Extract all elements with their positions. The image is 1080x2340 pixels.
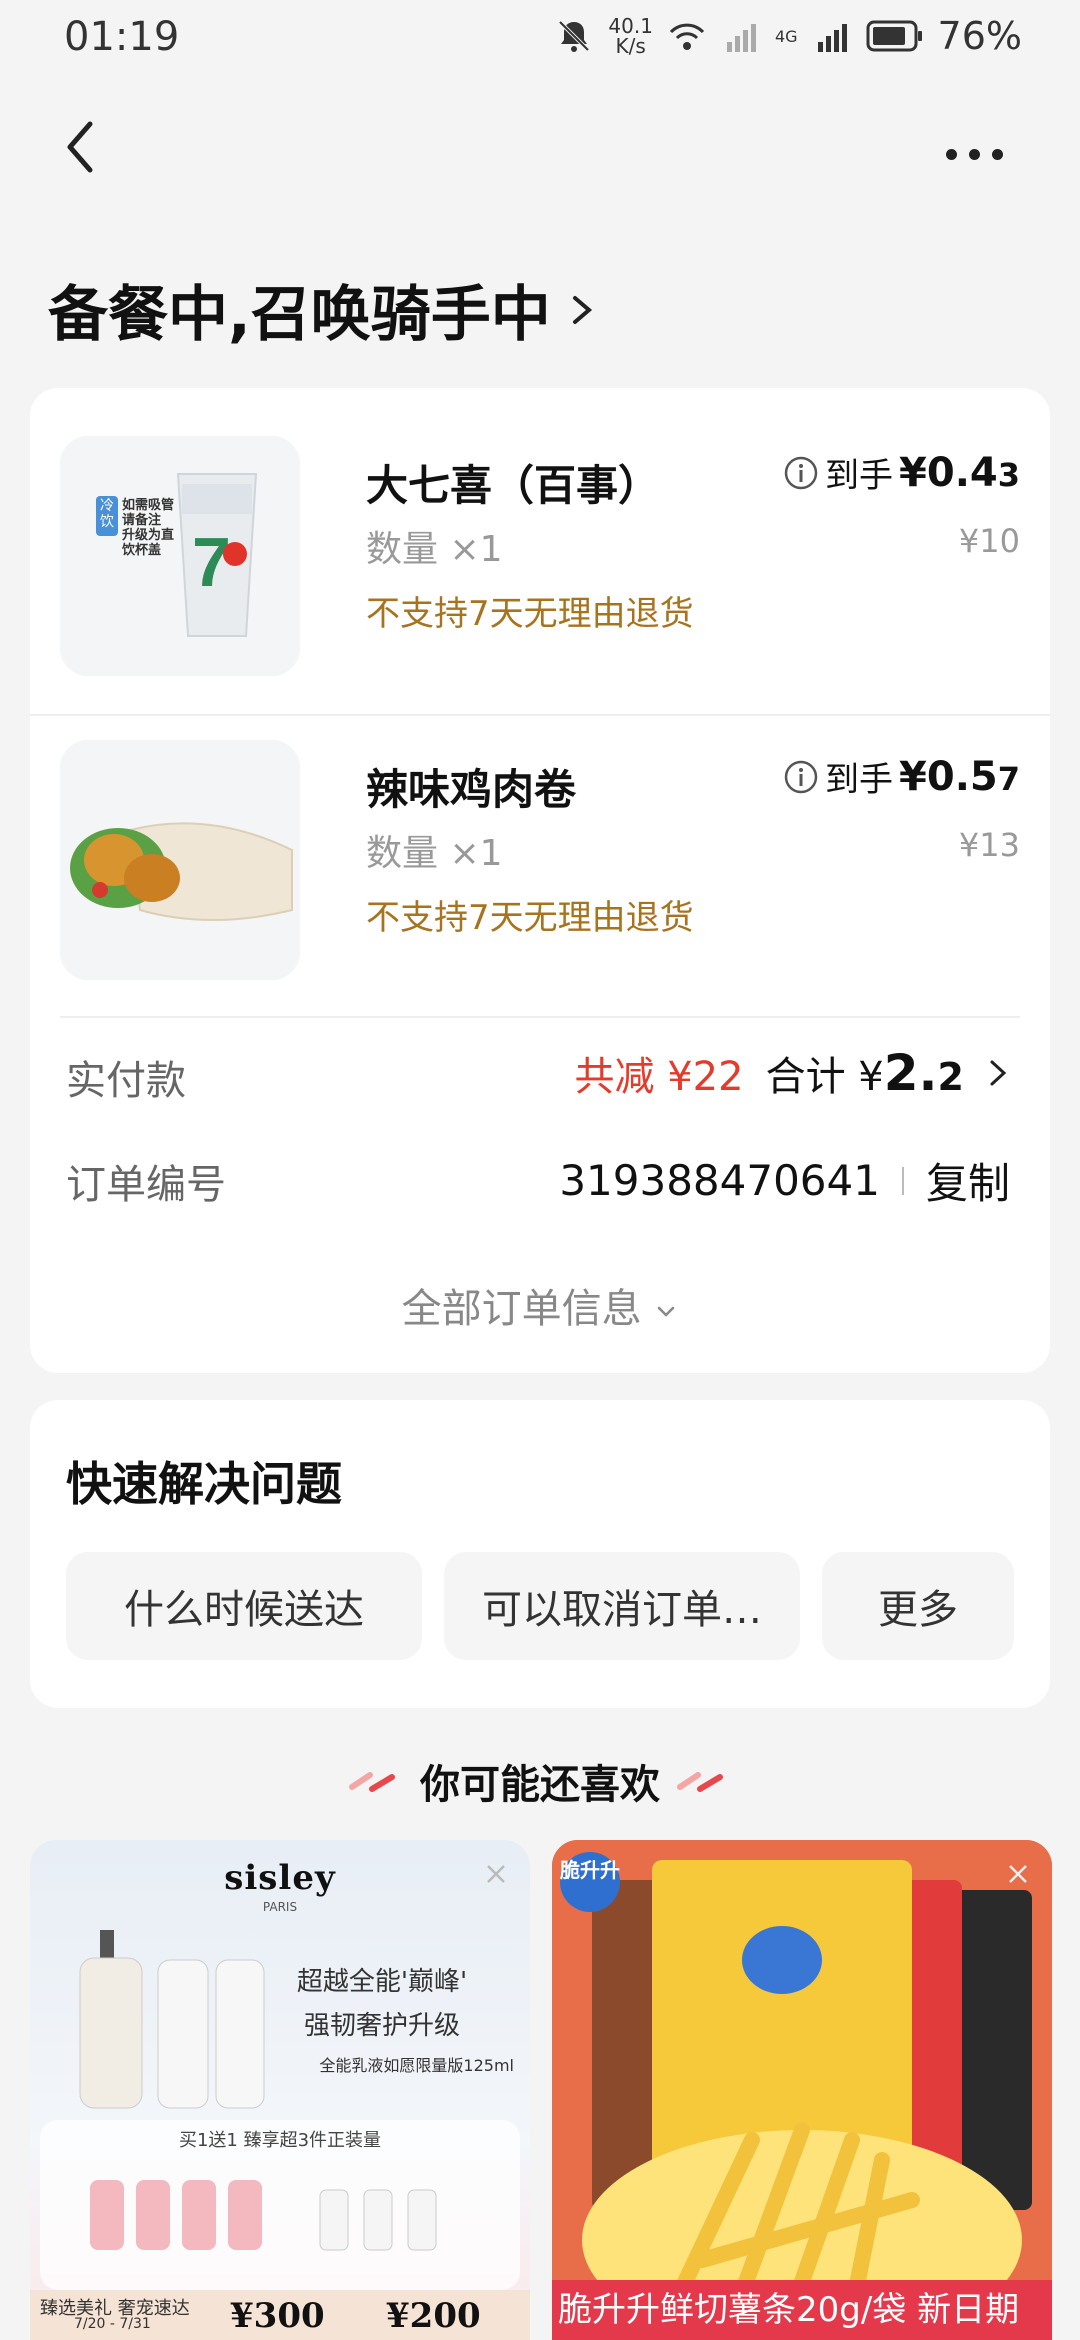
status-time: 01:19	[64, 14, 180, 60]
total-amount: 合计 ¥2.2	[765, 1044, 964, 1102]
decoration-icon	[349, 1772, 395, 1792]
ad-offer-box: 买1送1 臻享超3件正装量	[40, 2120, 520, 2290]
snack-products-image	[552, 1840, 1052, 2340]
ad-price-1: ¥300	[230, 2296, 325, 2336]
ad-subline: 全能乳液如愿限量版125ml	[319, 2056, 514, 2075]
discount-amount: 共减 ¥22	[574, 1054, 744, 1100]
separator	[901, 1166, 904, 1195]
network-speed: 40.1 K/s	[608, 14, 653, 58]
order-number-value: 319388470641	[559, 1156, 880, 1205]
recommendation-title: 你可能还喜欢	[420, 1762, 660, 1808]
more-options-icon[interactable]	[940, 135, 1030, 175]
back-icon[interactable]	[56, 112, 116, 182]
chevron-right-icon	[572, 295, 592, 324]
return-policy-note: 不支持7天无理由退货	[366, 898, 694, 938]
quick-chip-cancel-order[interactable]: 可以取消订单…	[444, 1552, 800, 1660]
ad-logo: 脆升升	[560, 1852, 620, 1912]
status-icons: 40.1 K/s 4G 76%	[554, 14, 1022, 58]
payment-summary[interactable]: 共减 ¥22 合计 ¥2.2	[575, 1044, 1010, 1102]
signal-icon	[817, 24, 847, 52]
order-card: 7 冷饮 如需吸管请备注 升级为直饮杯盖 大七喜（百事） 数量 ×1 不支持7天…	[30, 388, 1050, 1373]
item-final-price[interactable]: 到手 ¥0.43	[783, 448, 1020, 497]
item-quantity: 数量 ×1	[366, 833, 503, 874]
quick-chip-delivery-time[interactable]: 什么时候送达	[66, 1552, 422, 1660]
network-type: 4G	[774, 26, 798, 46]
thumb-tag: 冷饮	[100, 498, 114, 530]
sample-bottles-image	[90, 2180, 437, 2251]
recommendation-header: 你可能还喜欢	[0, 1752, 1080, 1810]
order-item[interactable]: 7 冷饮 如需吸管请备注 升级为直饮杯盖 大七喜（百事） 数量 ×1 不支持7天…	[60, 436, 1020, 676]
paid-amount-label: 实付款	[66, 1058, 186, 1104]
all-order-info-toggle[interactable]: 全部订单信息	[30, 1276, 1050, 1334]
wifi-icon	[669, 23, 705, 50]
item-original-price: ¥10	[958, 522, 1020, 560]
copy-button[interactable]: 复制	[926, 1150, 1010, 1211]
order-item[interactable]: 辣味鸡肉卷 数量 ×1 不支持7天无理由退货 到手 ¥0.57 ¥13	[60, 740, 1020, 980]
ad-brand-sub: PARIS	[262, 1900, 298, 1914]
battery-icon	[866, 20, 922, 52]
return-policy-note: 不支持7天无理由退货	[366, 594, 694, 634]
order-number: 319388470641 复制	[559, 1150, 1010, 1211]
item-quantity: 数量 ×1	[366, 529, 503, 570]
thumb-text: 如需吸管请备注 升级为直饮杯盖	[122, 498, 175, 558]
chevron-down-icon	[658, 1306, 675, 1317]
mute-bell-icon	[559, 20, 590, 52]
signal-off-icon	[726, 24, 756, 52]
order-status-title[interactable]: 备餐中,召唤骑手中	[48, 266, 597, 353]
ad-price-2: ¥200	[386, 2296, 481, 2336]
ad-offer-title: 买1送1 臻享超3件正装量	[178, 2130, 382, 2151]
ad-card-fries[interactable]: 脆升升 脆升升鲜切薯条20g/袋 新日期	[552, 1840, 1052, 2340]
product-image-7up: 7 冷饮 如需吸管请备注 升级为直饮杯盖	[60, 436, 300, 676]
item-original-price: ¥13	[958, 826, 1020, 864]
ad-brand: sisley	[224, 1858, 336, 1898]
item-final-price[interactable]: 到手 ¥0.57	[783, 752, 1020, 801]
close-icon[interactable]	[482, 1860, 510, 1888]
ad-card-sisley[interactable]: sisley PARIS 超越全能'巅峰' 强韧奢护升级 全能乳液如愿限量版12…	[30, 1840, 530, 2340]
product-bottles-image	[79, 1930, 265, 2109]
divider	[60, 1016, 1020, 1018]
divider	[30, 714, 1050, 716]
order-number-label: 订单编号	[66, 1162, 226, 1208]
item-name: 辣味鸡肉卷	[366, 765, 577, 814]
svg-text:7: 7	[192, 523, 231, 601]
battery-percent: 76%	[937, 14, 1022, 58]
ad-headline: 超越全能'巅峰' 强韧奢护升级	[296, 1967, 468, 2041]
quick-solve-card: 快速解决问题 什么时候送达 可以取消订单… 更多	[30, 1400, 1050, 1708]
info-icon[interactable]	[783, 759, 819, 795]
ad-bottom-bar: 臻选美礼 奢宠速达 7/20 - 7/31 ¥300 ¥200	[30, 2290, 530, 2340]
ad-bottom-date: 7/20 - 7/31	[74, 2316, 151, 2332]
item-name: 大七喜（百事）	[366, 461, 661, 510]
decoration-icon	[677, 1772, 723, 1792]
status-bar: 01:19 40.1 K/s 4G 76%	[0, 0, 1080, 80]
chevron-right-icon	[990, 1060, 1007, 1086]
product-image-chicken-wrap	[60, 740, 300, 980]
quick-chip-more[interactable]: 更多	[822, 1552, 1014, 1660]
close-icon[interactable]	[1004, 1860, 1032, 1888]
ad-caption: 脆升升鲜切薯条20g/袋 新日期	[552, 2280, 1052, 2340]
info-icon[interactable]	[783, 455, 819, 491]
quick-solve-title: 快速解决问题	[66, 1457, 342, 1511]
